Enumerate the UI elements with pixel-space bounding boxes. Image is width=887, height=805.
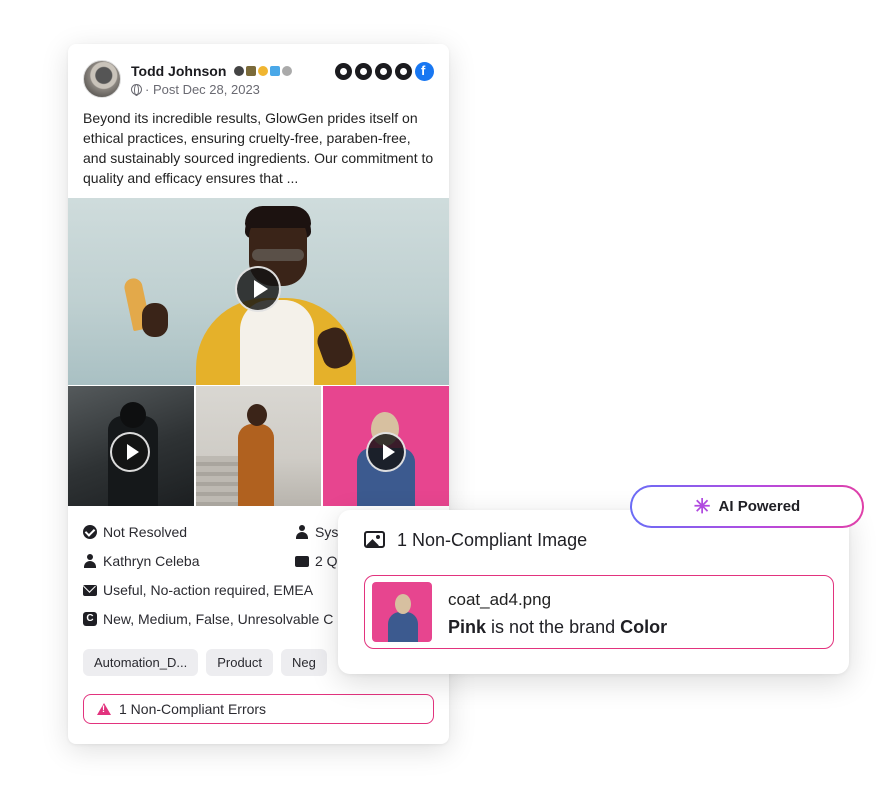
network-icon[interactable] xyxy=(335,63,352,80)
errors-label: 1 Non-Compliant Errors xyxy=(119,701,267,717)
sunglasses xyxy=(252,249,304,261)
chat-icon xyxy=(295,555,309,567)
person-coat xyxy=(237,424,274,506)
tag-list: Automation_D... Product Neg xyxy=(83,649,327,676)
person-hair-top xyxy=(245,206,311,228)
issue-filename: coat_ad4.png xyxy=(448,590,552,609)
globe-icon xyxy=(131,84,142,96)
author-avatar[interactable] xyxy=(83,60,121,98)
sys-value: Sys xyxy=(315,524,339,540)
network-icon[interactable] xyxy=(375,63,392,80)
issue-color-name: Pink xyxy=(448,617,487,637)
post-thumbnails xyxy=(68,386,449,506)
ai-powered-badge: ✳ AI Powered xyxy=(630,485,864,528)
status-value: Not Resolved xyxy=(103,524,188,540)
post-text: Beyond its incredible results, GlowGen p… xyxy=(83,110,434,186)
queue-value: 2 Q xyxy=(315,553,338,569)
status-property[interactable]: Not Resolved xyxy=(83,524,187,540)
image-icon xyxy=(364,531,385,548)
ai-label: AI Powered xyxy=(718,498,801,515)
thumbnail-video xyxy=(195,386,322,506)
user-assign-icon xyxy=(83,554,97,568)
badge-icon xyxy=(246,66,256,76)
post-main-video[interactable] xyxy=(68,198,449,385)
facebook-icon[interactable] xyxy=(415,62,434,81)
post-header: Todd Johnson · Post Dec 28, 2023 xyxy=(83,60,434,100)
network-icon[interactable] xyxy=(395,63,412,80)
compliance-issue[interactable]: coat_ad4.png Pink is not the brand Color xyxy=(364,575,834,649)
user-icon xyxy=(295,525,309,539)
badge-icon xyxy=(234,66,244,76)
issue-attribute: Color xyxy=(620,617,668,637)
warning-icon xyxy=(97,703,111,715)
non-compliant-errors-alert[interactable]: 1 Non-Compliant Errors xyxy=(83,694,434,724)
hand xyxy=(142,303,168,337)
sparkle-icon: ✳ xyxy=(693,495,711,518)
compliance-panel: 1 Non-Compliant Image coat_ad4.png Pink … xyxy=(338,510,849,674)
person-head xyxy=(120,402,146,428)
custom-fields-value: New, Medium, False, Unresolvable C xyxy=(103,611,334,627)
ai-badge-inner: ✳ AI Powered xyxy=(632,487,862,526)
assignee-property[interactable]: Kathryn Celeba xyxy=(83,553,200,569)
post-meta: · Post Dec 28, 2023 xyxy=(131,82,260,97)
assignee-value: Kathryn Celeba xyxy=(103,553,200,569)
tag[interactable]: Automation_D... xyxy=(83,649,199,676)
queue-property[interactable]: 2 Q xyxy=(295,553,338,569)
author-name[interactable]: Todd Johnson xyxy=(131,63,226,79)
play-icon[interactable] xyxy=(110,432,150,472)
custom-field-icon: C xyxy=(83,612,97,626)
network-icons xyxy=(335,62,434,82)
custom-fields-property[interactable]: C New, Medium, False, Unresolvable C xyxy=(83,611,333,627)
mail-icon xyxy=(83,584,97,596)
check-circle-icon xyxy=(83,525,97,539)
thumbnail-video[interactable] xyxy=(68,386,194,506)
person-head xyxy=(395,594,411,614)
issue-thumbnail xyxy=(372,582,432,642)
tag[interactable]: Product xyxy=(206,649,274,676)
badge-icon xyxy=(258,66,268,76)
sys-property[interactable]: Sys xyxy=(295,524,338,540)
person-jacket xyxy=(388,612,418,642)
compliance-title: 1 Non-Compliant Image xyxy=(397,530,588,550)
badge-icon xyxy=(270,66,280,76)
issue-message-text: is not the brand xyxy=(486,617,621,637)
thumbnail-video[interactable] xyxy=(323,386,449,506)
network-icon[interactable] xyxy=(355,63,372,80)
labels-value: Useful, No-action required, EMEA xyxy=(103,582,314,598)
badge-icon xyxy=(282,66,292,76)
person-shirt xyxy=(240,300,314,385)
author-badges xyxy=(234,66,292,76)
person-head xyxy=(246,404,267,426)
post-date: · Post Dec 28, 2023 xyxy=(145,82,260,97)
issue-message: Pink is not the brand Color xyxy=(448,617,667,638)
play-icon[interactable] xyxy=(235,266,281,312)
labels-property[interactable]: Useful, No-action required, EMEA xyxy=(83,582,313,598)
tag[interactable]: Neg xyxy=(281,649,327,676)
